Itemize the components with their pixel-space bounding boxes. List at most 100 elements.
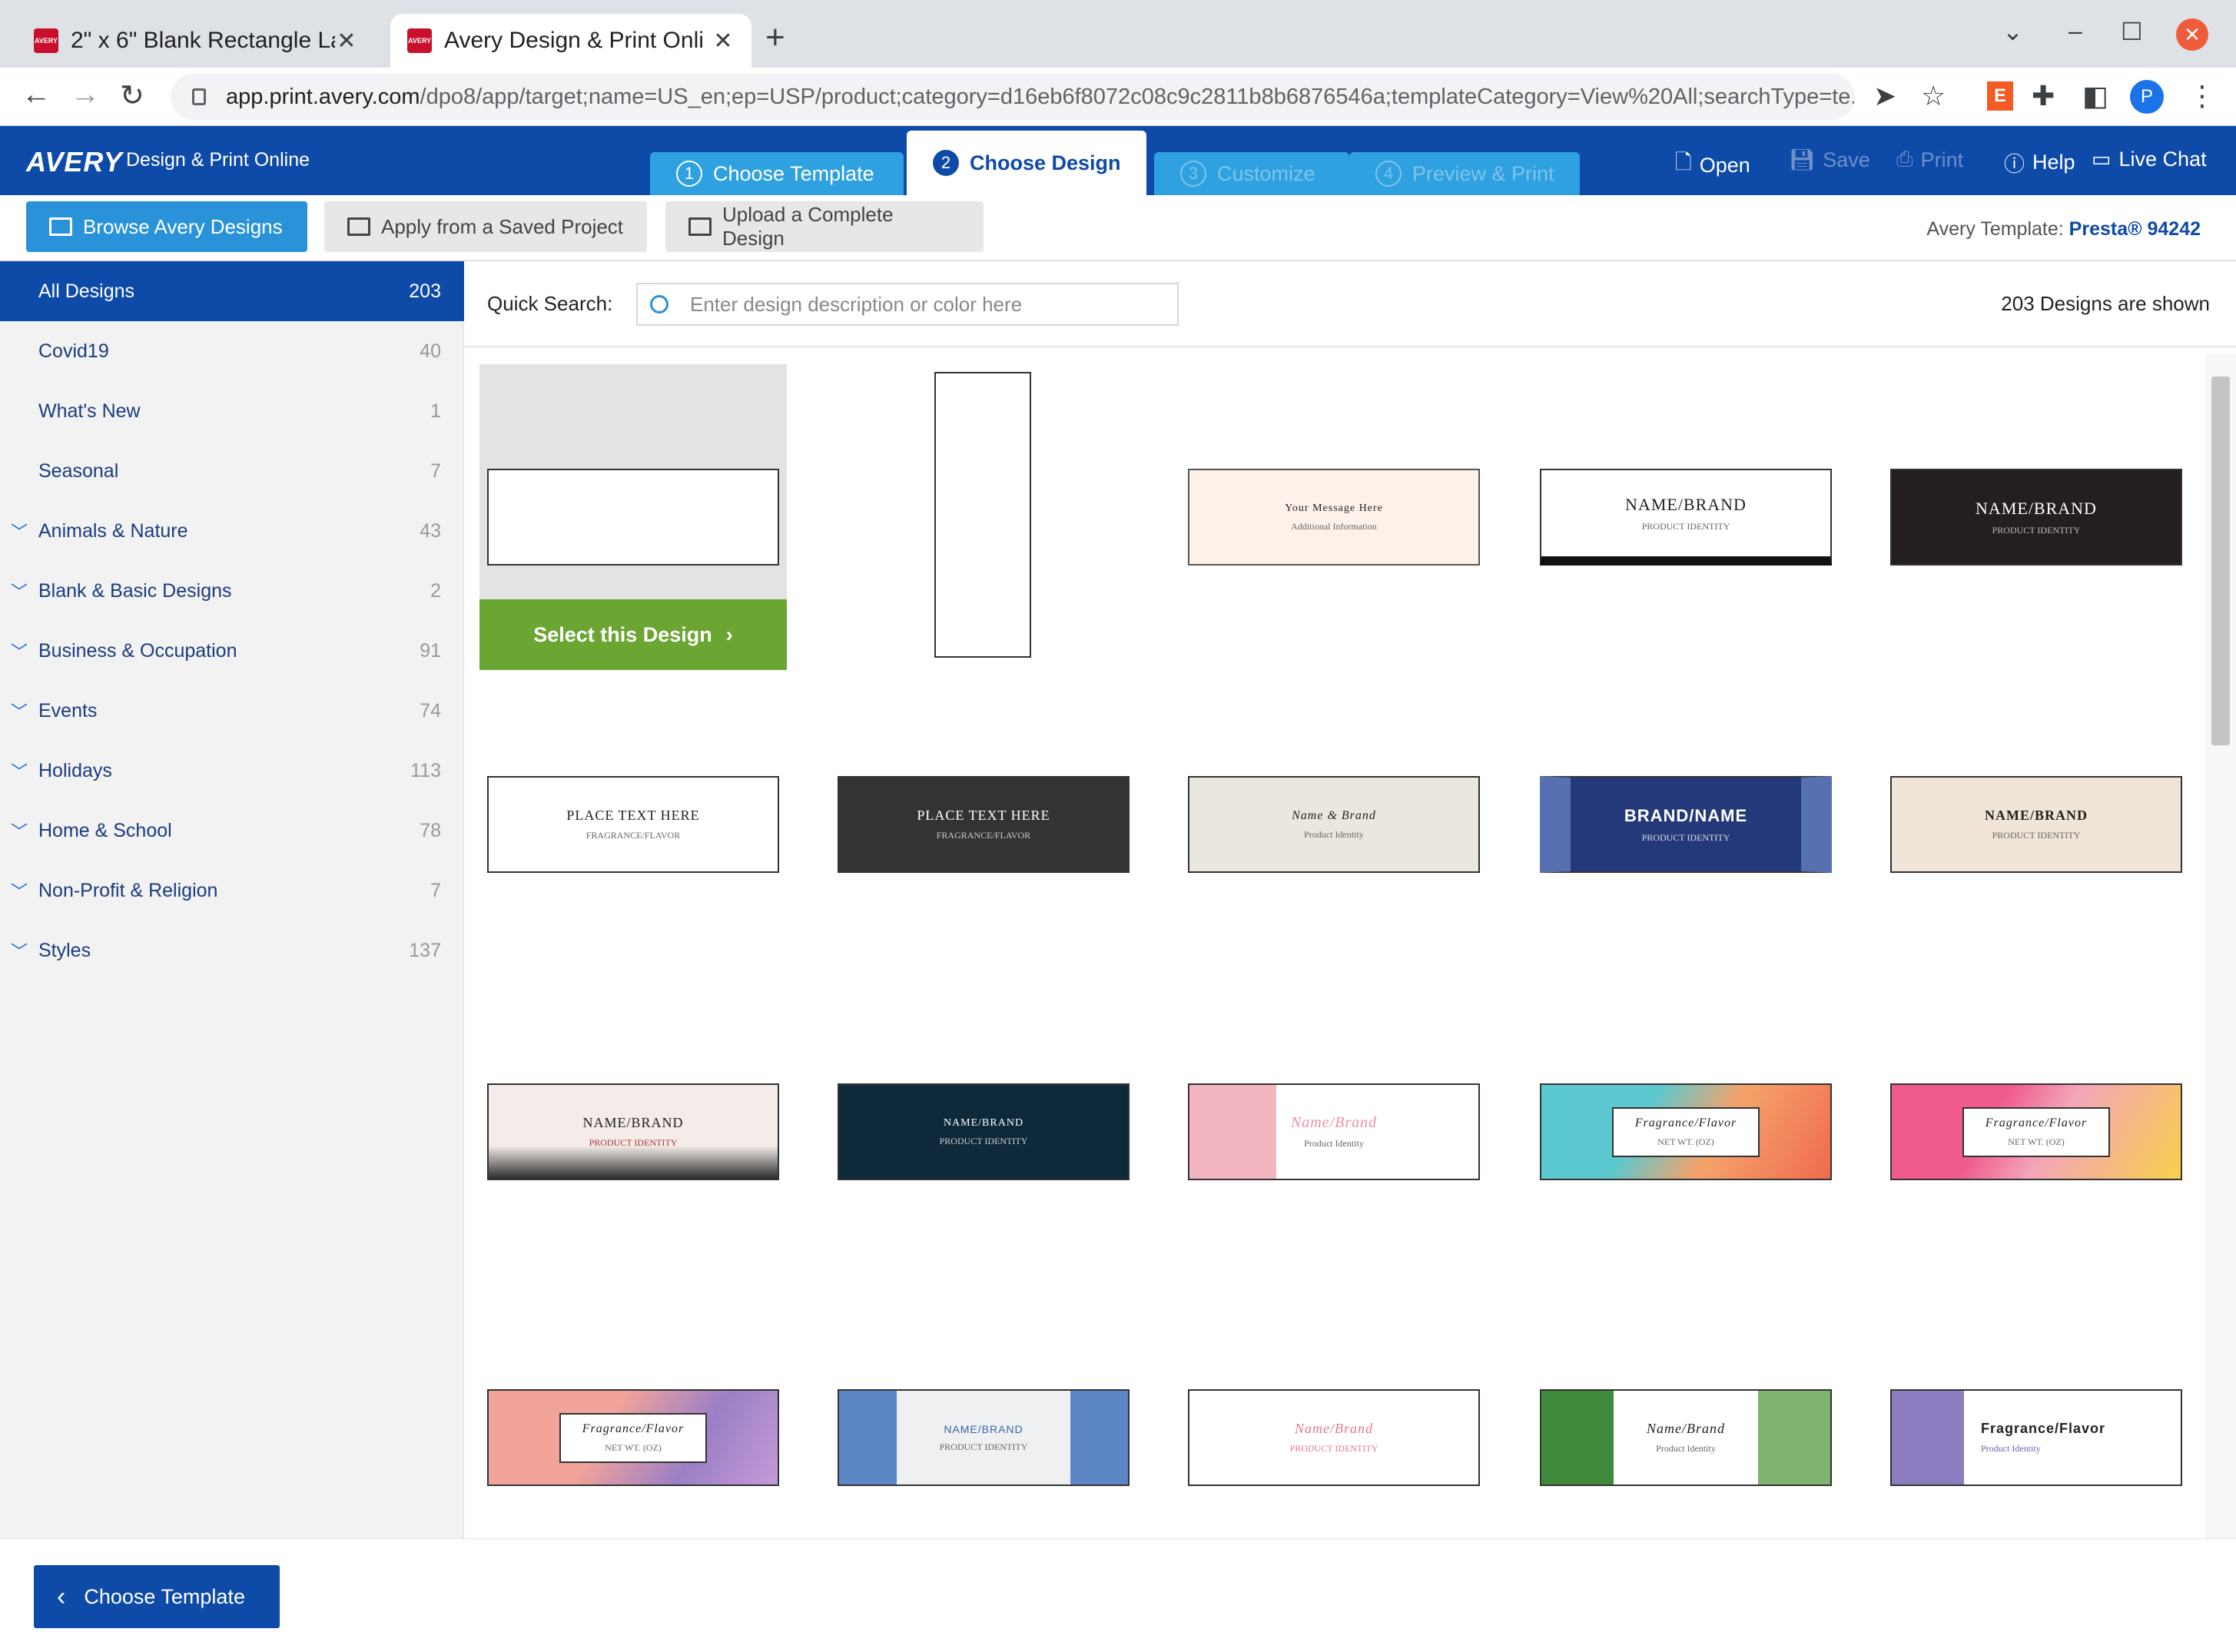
design-card[interactable]: NAME/BRAND PRODUCT IDENTITY [487, 1083, 779, 1180]
minimize-icon[interactable]: – [2068, 17, 2082, 45]
design-card[interactable]: PLACE TEXT HERE FRAGRANCE/FLAVOR [838, 776, 1130, 873]
image-icon [49, 217, 72, 236]
chevron-down-icon[interactable]: ﹀ [0, 758, 38, 783]
sidebar-item-count: 203 [409, 280, 441, 302]
back-arrow-icon[interactable]: ← [22, 78, 51, 111]
side-panel-icon[interactable]: ◧ [2082, 80, 2108, 112]
url-host: app.print.avery.com [226, 84, 420, 109]
design-card[interactable]: NAME/BRAND PRODUCT IDENTITY [1540, 469, 1832, 566]
chevron-right-icon: › [725, 622, 733, 646]
sidebar-item-whats-new[interactable]: What's New 1 [0, 381, 464, 441]
address-bar[interactable]: app.print.avery.com/dpo8/app/target;name… [171, 74, 1855, 120]
design-card[interactable]: Fragrance/Flavor NET WT. (OZ) [1540, 1083, 1832, 1180]
search-icon [650, 295, 668, 313]
chevron-down-icon[interactable]: ﹀ [0, 938, 38, 963]
design-card[interactable]: Fragrance/Flavor NET WT. (OZ) [1890, 1083, 2182, 1180]
open-button[interactable]: 🗋 Open [1675, 148, 1750, 183]
gallery-scrollbar[interactable] [2205, 353, 2236, 1538]
design-card[interactable]: NAME/BRAND PRODUCT IDENTITY [1890, 469, 2182, 566]
back-choose-template-button[interactable]: ‹ Choose Template [34, 1565, 280, 1628]
design-card[interactable]: Fragrance/Flavor Product Identity [1890, 1389, 2182, 1486]
extension-e-icon[interactable]: E [1987, 81, 2013, 111]
design-card[interactable]: Fragrance/Flavor NET WT. (OZ) [487, 1389, 779, 1486]
design-card[interactable]: Name/Brand Product Identity [1540, 1389, 1832, 1486]
design-card[interactable]: PLACE TEXT HERE FRAGRANCE/FLAVOR [487, 776, 779, 873]
sidebar-item-covid19[interactable]: Covid19 40 [0, 321, 464, 381]
design-subtitle: PRODUCT IDENTITY [1641, 520, 1730, 532]
menu-kebab-icon[interactable]: ⋮ [2188, 80, 2216, 112]
send-icon[interactable]: ➤ [1873, 80, 1896, 112]
step-preview-print[interactable]: 4 Preview & Print [1349, 152, 1580, 195]
sidebar-item-styles[interactable]: ﹀ Styles 137 [0, 921, 464, 980]
close-window-icon[interactable]: ✕ [2176, 18, 2208, 51]
apply-saved-project-button[interactable]: Apply from a Saved Project [324, 201, 647, 252]
tab-close-icon[interactable]: ✕ [712, 28, 735, 55]
sidebar-item-count: 78 [420, 819, 441, 841]
design-card[interactable]: NAME/BRAND PRODUCT IDENTITY [838, 1389, 1130, 1486]
save-button[interactable]: 💾︎ Save [1789, 148, 1870, 172]
chevron-down-icon[interactable]: ﹀ [0, 579, 38, 603]
browser-tab-active[interactable]: AVERY Avery Design & Print Onli ✕ [390, 14, 751, 68]
design-subtitle: PRODUCT IDENTITY [1641, 831, 1730, 843]
design-card[interactable]: Name & Brand Product Identity [1188, 776, 1480, 873]
sidebar-item-count: 7 [430, 459, 441, 482]
design-title: BRAND/NAME [1624, 805, 1748, 825]
sidebar-item-label: Business & Occupation [38, 639, 237, 662]
forward-arrow-icon[interactable]: → [71, 78, 100, 111]
step-choose-design[interactable]: 2 Choose Design [907, 131, 1146, 195]
sidebar-item-label: Covid19 [38, 340, 109, 362]
avery-logo[interactable]: AVERY [26, 146, 123, 178]
design-card[interactable]: Your Message Here Additional Information [1188, 469, 1480, 566]
tab-search-chevron-icon[interactable]: ⌄ [2002, 17, 2023, 46]
print-button[interactable]: ⎙ Print [1896, 148, 1963, 172]
design-card[interactable]: NAME/BRAND PRODUCT IDENTITY [838, 1083, 1130, 1180]
profile-avatar[interactable]: P [2130, 80, 2164, 114]
step-number: 3 [1180, 161, 1206, 187]
step-number: 2 [933, 150, 959, 176]
browse-avery-designs-button[interactable]: Browse Avery Designs [26, 201, 307, 252]
design-card[interactable]: NAME/BRAND PRODUCT IDENTITY [1890, 776, 2182, 873]
sidebar-item-holidays[interactable]: ﹀ Holidays 113 [0, 741, 464, 801]
step-customize[interactable]: 3 Customize [1154, 152, 1349, 195]
step-number: 4 [1375, 161, 1402, 187]
bookmark-star-icon[interactable]: ☆ [1921, 80, 1946, 112]
design-card[interactable]: Name/Brand PRODUCT IDENTITY [1188, 1389, 1480, 1486]
sidebar-item-animals-nature[interactable]: ﹀ Animals & Nature 43 [0, 501, 464, 561]
chevron-down-icon[interactable]: ﹀ [0, 878, 38, 903]
design-card-blank[interactable] [487, 469, 779, 566]
sidebar-item-count: 7 [430, 879, 441, 901]
reload-icon[interactable]: ↻ [120, 78, 144, 113]
maximize-icon[interactable]: ☐ [2121, 17, 2143, 46]
upload-complete-design-button[interactable]: Upload a Complete Design [665, 201, 984, 252]
live-chat-button[interactable]: ▭ Live Chat [2092, 148, 2207, 171]
chevron-down-icon[interactable]: ﹀ [0, 698, 38, 723]
help-button[interactable]: ⓘ Help [2004, 148, 2075, 177]
sidebar-item-events[interactable]: ﹀ Events 74 [0, 681, 464, 741]
sidebar-item-home-school[interactable]: ﹀ Home & School 78 [0, 801, 464, 861]
open-file-icon: 🗋 [1675, 151, 1692, 174]
step-choose-template[interactable]: 1 Choose Template [650, 152, 904, 195]
design-subtitle: PRODUCT IDENTITY [589, 1137, 678, 1148]
sidebar-item-blank-basic[interactable]: ﹀ Blank & Basic Designs 2 [0, 561, 464, 621]
design-card[interactable]: BRAND/NAME PRODUCT IDENTITY [1540, 776, 1832, 873]
sidebar-item-business-occupation[interactable]: ﹀ Business & Occupation 91 [0, 621, 464, 681]
scrollbar-thumb[interactable] [2211, 377, 2230, 745]
extensions-puzzle-icon[interactable]: ✚ [2032, 80, 2055, 112]
design-inner-label: Fragrance/Flavor NET WT. (OZ) [559, 1412, 708, 1463]
browser-tab[interactable]: AVERY 2" x 6" Blank Rectangle La ✕ [17, 14, 375, 68]
sidebar-item-seasonal[interactable]: Seasonal 7 [0, 441, 464, 501]
sidebar-item-all-designs[interactable]: All Designs 203 [0, 261, 464, 321]
tab-close-icon[interactable]: ✕ [335, 28, 358, 55]
save-label: Save [1823, 148, 1870, 171]
design-card-blank-vertical[interactable] [934, 372, 1031, 658]
select-this-design-button[interactable]: Select this Design › [479, 599, 787, 670]
quick-search-input[interactable]: Enter design description or color here [636, 283, 1179, 326]
chevron-down-icon[interactable]: ﹀ [0, 519, 38, 543]
chevron-down-icon[interactable]: ﹀ [0, 639, 38, 663]
sidebar-item-label: Blank & Basic Designs [38, 579, 232, 602]
design-card[interactable]: Name/Brand Product Identity [1188, 1083, 1480, 1180]
sidebar-item-nonprofit-religion[interactable]: ﹀ Non-Profit & Religion 7 [0, 861, 464, 921]
new-tab-icon[interactable]: + [765, 18, 785, 57]
design-subtitle: PRODUCT IDENTITY [1992, 524, 2081, 536]
chevron-down-icon[interactable]: ﹀ [0, 818, 38, 843]
